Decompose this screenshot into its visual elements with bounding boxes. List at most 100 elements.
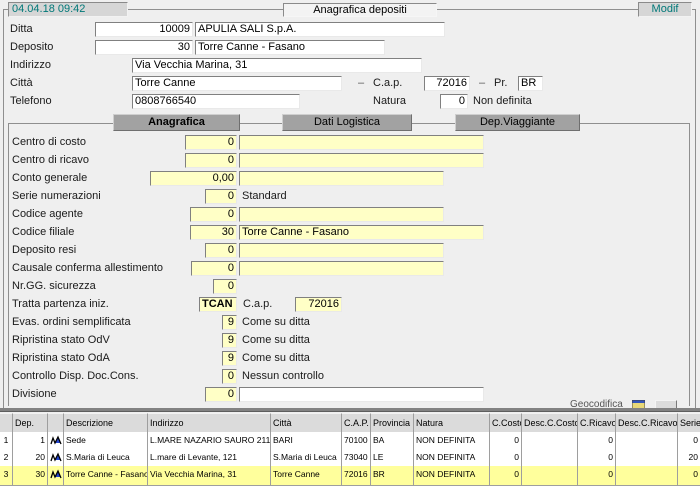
- indirizzo-field[interactable]: Via Vecchia Marina, 31: [132, 58, 422, 73]
- causale-allestimento-desc-field[interactable]: [239, 261, 444, 276]
- ditta-code-field[interactable]: 10009: [95, 22, 193, 37]
- centro-ricavo-desc-field[interactable]: [239, 153, 484, 168]
- deposito-label: Deposito: [10, 41, 53, 53]
- pr-field[interactable]: BR: [518, 76, 543, 91]
- col-serie[interactable]: Serie: [678, 413, 700, 433]
- ripristina-oda-field[interactable]: 9: [222, 351, 237, 366]
- col-cricavo[interactable]: C.Ricavo: [578, 413, 616, 433]
- col-icon[interactable]: [48, 413, 64, 433]
- evas-ordini-label: Evas. ordini semplificata: [12, 316, 131, 328]
- modif-label: Modif: [652, 3, 679, 15]
- modif-button[interactable]: Modif: [638, 2, 692, 17]
- ripristina-oda-desc: Come su ditta: [242, 352, 310, 364]
- divisione-label: Divisione: [12, 388, 57, 400]
- col-citta[interactable]: Città: [271, 413, 342, 433]
- natura-code-field[interactable]: 0: [440, 94, 468, 109]
- cell-ccosto: 0: [490, 466, 522, 486]
- deposits-grid: Dep. Descrizione Indirizzo Città C.A.P. …: [0, 408, 700, 486]
- page-title-box: Anagrafica depositi: [283, 3, 437, 17]
- col-rownum[interactable]: [0, 413, 13, 433]
- ripristina-oda-label: Ripristina stato OdA: [12, 352, 110, 364]
- grid-header-row: Dep. Descrizione Indirizzo Città C.A.P. …: [0, 413, 700, 433]
- causale-allestimento-field[interactable]: 0: [191, 261, 237, 276]
- serie-numerazioni-desc: Standard: [242, 190, 287, 202]
- codice-filiale-desc-field[interactable]: Torre Canne - Fasano: [239, 225, 484, 240]
- table-row-selected[interactable]: 3 30 Torre Canne - Fasano Via Vecchia Ma…: [0, 466, 700, 486]
- ripristina-odv-field[interactable]: 9: [222, 333, 237, 348]
- geocodifica-map-icon[interactable]: [632, 400, 645, 408]
- divisione-field[interactable]: 0: [205, 387, 237, 402]
- serie-numerazioni-label: Serie numerazioni: [12, 190, 101, 202]
- natura-label: Natura: [373, 95, 406, 107]
- timestamp-box: 04.04.18 09:42: [8, 2, 128, 17]
- centro-costo-field[interactable]: 0: [185, 135, 237, 150]
- cell-serie: 0: [678, 466, 700, 486]
- cell-dep: 30: [13, 466, 48, 486]
- tab-anagrafica[interactable]: Anagrafica: [113, 114, 240, 131]
- telefono-label: Telefono: [10, 95, 52, 107]
- citta-field[interactable]: Torre Canne: [132, 76, 342, 91]
- codice-agente-label: Codice agente: [12, 208, 83, 220]
- codice-agente-desc-field[interactable]: [239, 207, 444, 222]
- deposito-name-field[interactable]: Torre Canne - Fasano: [195, 40, 385, 55]
- cell-descrizione: Torre Canne - Fasano: [64, 466, 148, 486]
- col-natura[interactable]: Natura: [414, 413, 490, 433]
- deposito-code-field[interactable]: 30: [95, 40, 193, 55]
- deposito-resi-field[interactable]: 0: [205, 243, 237, 258]
- anagrafica-depositi-window: { "header": { "timestamp": "04.04.18 09:…: [0, 0, 700, 486]
- controllo-disp-desc: Nessun controllo: [242, 370, 324, 382]
- cell-citta: Torre Canne: [271, 466, 342, 486]
- geocodifica-button[interactable]: [655, 400, 677, 408]
- cell-indirizzo: Via Vecchia Marina, 31: [148, 466, 271, 486]
- evas-ordini-desc: Come su ditta: [242, 316, 310, 328]
- controllo-disp-field[interactable]: 0: [222, 369, 237, 384]
- tratta-partenza-field[interactable]: TCAN: [199, 297, 237, 312]
- codice-agente-field[interactable]: 0: [190, 207, 237, 222]
- col-indirizzo[interactable]: Indirizzo: [148, 413, 271, 433]
- outer-frame-right: [695, 9, 696, 408]
- conto-generale-label: Conto generale: [12, 172, 87, 184]
- conto-generale-field[interactable]: 0,00: [150, 171, 237, 186]
- cell-cap: 72016: [342, 466, 371, 486]
- codice-filiale-field[interactable]: 30: [190, 225, 237, 240]
- telefono-field[interactable]: 0808766540: [132, 94, 300, 109]
- timestamp: 04.04.18 09:42: [12, 3, 85, 15]
- serie-numerazioni-field[interactable]: 0: [205, 189, 237, 204]
- deposito-resi-label: Deposito resi: [12, 244, 76, 256]
- tab-dep-viaggiante[interactable]: Dep.Viaggiante: [455, 114, 580, 131]
- divisione-desc-field[interactable]: [239, 387, 484, 402]
- nrgg-sicurezza-field[interactable]: 0: [213, 279, 237, 294]
- col-desc-cricavo[interactable]: Desc.C.Ricavo: [616, 413, 678, 433]
- cap-label: C.a.p.: [373, 77, 402, 89]
- col-dep[interactable]: Dep.: [13, 413, 48, 433]
- ditta-label: Ditta: [10, 23, 33, 35]
- col-provincia[interactable]: Provincia: [371, 413, 414, 433]
- tab-dati-logistica[interactable]: Dati Logistica: [282, 114, 412, 131]
- grid-divider: [0, 408, 700, 412]
- cell-natura: NON DEFINITA: [414, 466, 490, 486]
- cap-field[interactable]: 72016: [424, 76, 470, 91]
- tab-frame-right: [689, 123, 690, 406]
- deposito-resi-desc-field[interactable]: [239, 243, 444, 258]
- tratta-cap-field[interactable]: 72016: [295, 297, 342, 312]
- tab-frame-left: [8, 123, 9, 406]
- natura-desc: Non definita: [473, 95, 532, 107]
- outer-frame-left: [3, 9, 4, 408]
- col-desc-ccosto[interactable]: Desc.C.Costo: [522, 413, 578, 433]
- ripristina-odv-label: Ripristina stato OdV: [12, 334, 110, 346]
- conto-generale-desc-field[interactable]: [239, 171, 444, 186]
- pr-dash: –: [479, 77, 485, 89]
- chart-icon[interactable]: [48, 466, 64, 486]
- codice-filiale-label: Codice filiale: [12, 226, 74, 238]
- controllo-disp-label: Controllo Disp. Doc.Cons.: [12, 370, 139, 382]
- col-ccosto[interactable]: C.Costo: [490, 413, 522, 433]
- col-cap[interactable]: C.A.P.: [342, 413, 371, 433]
- centro-ricavo-field[interactable]: 0: [185, 153, 237, 168]
- ditta-name-field[interactable]: APULIA SALI S.p.A.: [195, 22, 445, 37]
- evas-ordini-field[interactable]: 9: [222, 315, 237, 330]
- col-descrizione[interactable]: Descrizione: [64, 413, 148, 433]
- centro-costo-desc-field[interactable]: [239, 135, 484, 150]
- cell-desc-ccosto: [522, 466, 578, 486]
- cell-desc-cricavo: [616, 466, 678, 486]
- centro-costo-label: Centro di costo: [12, 136, 86, 148]
